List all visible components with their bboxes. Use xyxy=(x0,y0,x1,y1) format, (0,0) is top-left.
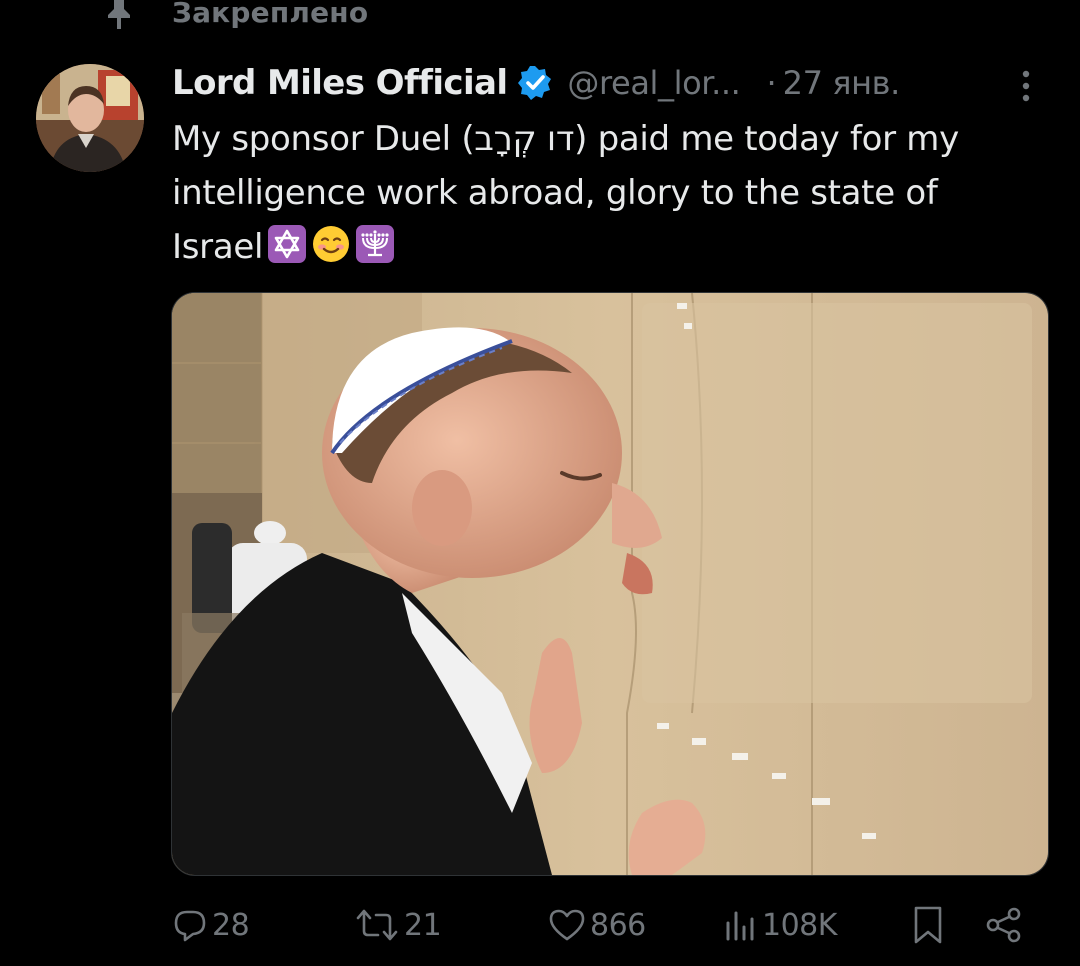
more-options-icon[interactable] xyxy=(1018,68,1034,104)
post-text-line: Israel xyxy=(172,227,264,267)
smiling-face-emoji-icon xyxy=(311,224,351,264)
post-text: My sponsor Duel (דו קְרָב) paid me today… xyxy=(172,112,1062,274)
heart-icon xyxy=(549,909,585,941)
views-button[interactable]: 108K xyxy=(724,900,837,950)
post-text-line: intelligence work abroad, glory to the s… xyxy=(172,173,938,213)
menorah-emoji-icon xyxy=(355,224,395,264)
verified-badge-icon[interactable] xyxy=(517,64,555,102)
post-date[interactable]: 27 янв. xyxy=(783,64,901,102)
reply-icon xyxy=(174,910,206,942)
repost-icon xyxy=(356,909,398,941)
post-text-line-with-emojis: Israel xyxy=(172,220,1062,274)
share-icon xyxy=(986,907,1021,943)
views-count: 108K xyxy=(762,907,837,943)
bookmark-button[interactable] xyxy=(910,900,946,950)
date-separator: · xyxy=(766,64,777,102)
pin-icon xyxy=(104,0,134,30)
reply-count: 28 xyxy=(212,907,250,943)
reply-button[interactable]: 28 xyxy=(172,900,250,950)
bookmark-icon xyxy=(914,906,942,944)
author-name[interactable]: Lord Miles Official xyxy=(172,63,508,103)
views-chart-icon xyxy=(726,911,754,941)
pinned-indicator: Закреплено xyxy=(104,0,368,32)
like-button[interactable]: 866 xyxy=(548,900,646,950)
post-photo[interactable] xyxy=(171,292,1049,876)
repost-count: 21 xyxy=(404,907,442,943)
avatar[interactable] xyxy=(36,64,144,172)
pinned-label: Закреплено xyxy=(172,0,369,29)
author-handle[interactable]: @real_lor... xyxy=(567,64,740,102)
repost-button[interactable]: 21 xyxy=(354,900,442,950)
like-count: 866 xyxy=(590,907,646,943)
post-header: Lord Miles Official @real_lor... · 27 ян… xyxy=(172,58,1040,108)
post-text-line: My sponsor Duel (דו קְרָב) paid me today… xyxy=(172,119,959,159)
post-actions: 28 21 866 108K xyxy=(170,900,1050,950)
share-button[interactable] xyxy=(984,900,1024,950)
star-of-david-emoji-icon xyxy=(267,224,307,264)
